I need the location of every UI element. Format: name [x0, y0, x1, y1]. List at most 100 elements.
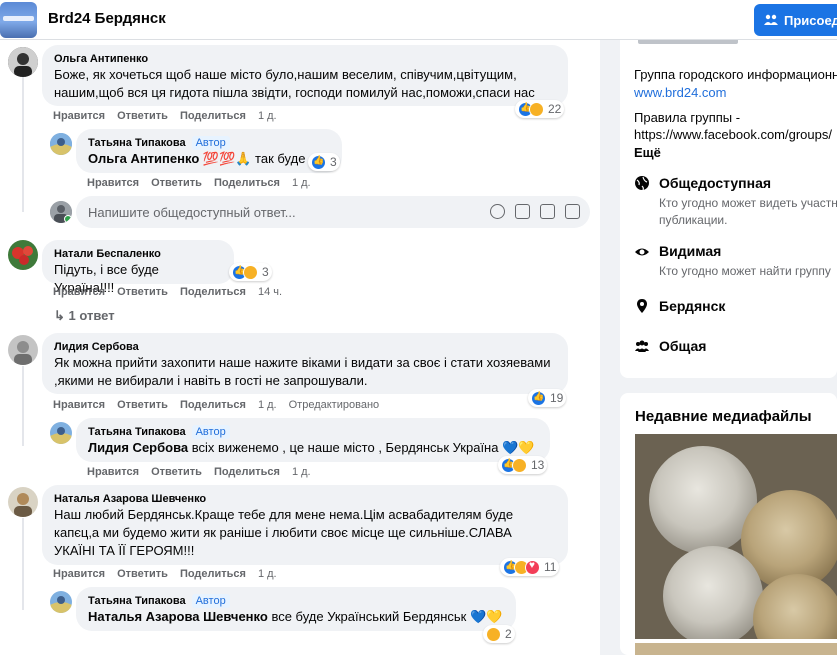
like-reaction-icon [311, 154, 326, 170]
reply-timestamp[interactable]: 1 д. [292, 466, 311, 478]
emoji-icon[interactable] [490, 204, 505, 219]
view-replies-label: 1 ответ [68, 308, 115, 323]
reaction-summary[interactable]: 22 [515, 100, 565, 118]
photo-lid [663, 546, 763, 639]
eye-icon [635, 248, 649, 256]
care-reaction-icon [486, 626, 501, 642]
reaction-summary[interactable]: 2 [483, 625, 515, 643]
reply-text: все буде Український Бердянськ 💙💛 [271, 609, 503, 624]
reaction-count: 2 [505, 627, 512, 641]
author-badge: Автор [191, 425, 230, 439]
reply-text: 💯💯🙏 так буде [202, 151, 306, 166]
comment-text: Боже, як хочеться щоб наше місто було,на… [54, 67, 535, 100]
location-text: Бердянск [659, 298, 726, 314]
avatar[interactable] [8, 240, 38, 270]
like-link[interactable]: Нравится [53, 399, 105, 411]
like-link[interactable]: Нравится [87, 466, 139, 478]
like-link[interactable]: Нравится [53, 110, 105, 122]
author-badge: Автор [191, 594, 230, 608]
comment-author[interactable]: Наталья Азарова Шевченко [54, 492, 206, 506]
reaction-count: 11 [544, 560, 557, 574]
reply-link[interactable]: Ответить [151, 177, 202, 189]
avatar[interactable] [8, 47, 38, 77]
rules-line: Правила группы - [634, 110, 741, 125]
reaction-count: 19 [550, 391, 564, 405]
avatar[interactable] [50, 422, 72, 444]
care-reaction-icon [529, 101, 544, 117]
share-link[interactable]: Поделиться [180, 399, 246, 411]
comment-actions: Нравится Ответить Поделиться 14 ч. [53, 286, 294, 298]
reaction-count: 3 [262, 265, 269, 279]
reply-link[interactable]: Ответить [117, 399, 168, 411]
comment-author[interactable]: Ольга Антипенко [54, 52, 148, 66]
group-type-text: Общая [659, 338, 707, 354]
mention-link[interactable]: Наталья Азарова Шевченко [88, 609, 268, 624]
group-description: Группа городского информационного [634, 67, 837, 82]
comment-actions: Нравится Ответить Поделиться 1 д. [53, 568, 289, 580]
comment-author[interactable]: Натали Беспаленко [54, 247, 161, 261]
edited-label[interactable]: Отредактировано [289, 399, 380, 411]
gif-icon[interactable] [540, 204, 555, 219]
like-link[interactable]: Нравится [53, 568, 105, 580]
mention-link[interactable]: Ольга Антипенко [88, 151, 199, 166]
view-replies-link[interactable]: ↳ 1 ответ [54, 308, 115, 324]
reaction-count: 3 [330, 155, 337, 169]
reply-timestamp[interactable]: 1 д. [292, 177, 311, 189]
comment-text: Наш любий Бердянськ.Краще тебе для мене … [54, 507, 514, 558]
comment-timestamp[interactable]: 14 ч. [258, 286, 282, 298]
share-link[interactable]: Поделиться [180, 568, 246, 580]
care-reaction-icon [243, 264, 258, 280]
website-link[interactable]: www.brd24.com [634, 85, 726, 100]
avatar[interactable] [8, 335, 38, 365]
avatar[interactable] [8, 487, 38, 517]
reply-link[interactable]: Ответить [117, 286, 168, 298]
reply-link[interactable]: Ответить [117, 568, 168, 580]
reply-author[interactable]: Татьяна Типакова [88, 594, 186, 608]
group-cover-thumbnail[interactable] [0, 2, 37, 38]
privacy-description: Кто угодно может видеть участников [659, 196, 837, 210]
group-name[interactable]: Brd24 Бердянск [48, 10, 166, 27]
comment-bubble: Ольга Антипенко Боже, як хочеться щоб на… [42, 45, 568, 106]
like-link[interactable]: Нравится [53, 286, 105, 298]
reply-link[interactable]: Ответить [117, 110, 168, 122]
sticker-icon[interactable] [565, 204, 580, 219]
thread-line [22, 76, 24, 212]
share-link[interactable]: Поделиться [180, 110, 246, 122]
photo-lid [753, 574, 837, 639]
recent-media-photo-2[interactable] [635, 643, 837, 655]
reaction-summary[interactable]: 13 [498, 456, 548, 474]
see-more-link[interactable]: Ещё [634, 145, 661, 160]
thread-line [22, 366, 24, 446]
comment-timestamp[interactable]: 1 д. [258, 399, 277, 411]
avatar[interactable] [50, 133, 72, 155]
comment-bubble: Лидия Сербова Як можна прийти захопити н… [42, 333, 568, 394]
like-reaction-icon [531, 390, 546, 406]
privacy-title: Общедоступная [659, 175, 772, 191]
share-link[interactable]: Поделиться [214, 466, 280, 478]
reply-author[interactable]: Татьяна Типакова [88, 136, 186, 150]
comment-timestamp[interactable]: 1 д. [258, 110, 277, 122]
comment-bubble: Наталья Азарова Шевченко Наш любий Бердя… [42, 485, 568, 565]
camera-icon[interactable] [515, 204, 530, 219]
share-link[interactable]: Поделиться [180, 286, 246, 298]
share-link[interactable]: Поделиться [214, 177, 280, 189]
avatar[interactable] [50, 591, 72, 613]
mention-link[interactable]: Лидия Сербова [88, 440, 188, 455]
join-group-button[interactable]: Присоед [754, 4, 837, 36]
recent-media-photo[interactable] [635, 434, 837, 639]
reply-link[interactable]: Ответить [151, 466, 202, 478]
author-badge: Автор [191, 136, 230, 150]
current-user-avatar[interactable] [50, 201, 72, 223]
love-reaction-icon [525, 559, 540, 575]
reply-author[interactable]: Татьяна Типакова [88, 425, 186, 439]
comments-section: Ольга Антипенко Боже, як хочеться щоб на… [0, 40, 600, 655]
reaction-summary[interactable]: 3 [229, 263, 272, 281]
like-link[interactable]: Нравится [87, 177, 139, 189]
reaction-summary[interactable]: 3 [308, 153, 340, 171]
reply-input[interactable]: Напишите общедоступный ответ... [76, 196, 590, 228]
reaction-summary[interactable]: 19 [528, 389, 567, 407]
comment-author[interactable]: Лидия Сербова [54, 340, 139, 354]
comment-timestamp[interactable]: 1 д. [258, 568, 277, 580]
reaction-summary[interactable]: 11 [500, 558, 560, 576]
care-reaction-icon [512, 457, 527, 473]
